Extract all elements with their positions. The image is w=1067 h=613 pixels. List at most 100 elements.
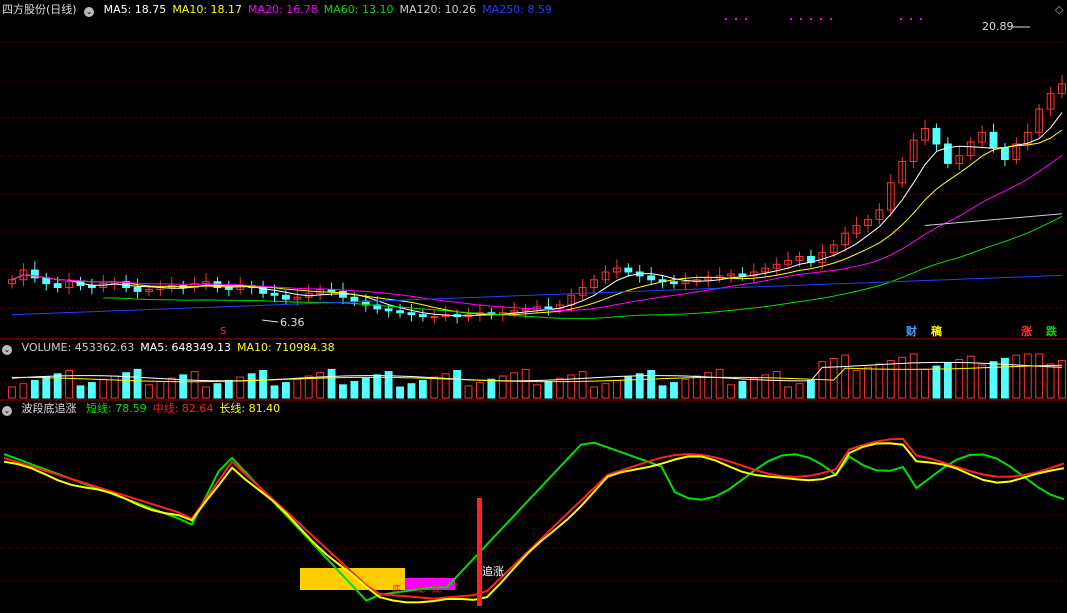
candle-body bbox=[87, 285, 96, 289]
low-arrow bbox=[261, 319, 279, 323]
volume-bar bbox=[841, 354, 850, 399]
ma60-line bbox=[103, 216, 1063, 319]
volume-bar bbox=[453, 370, 462, 399]
volume-bar bbox=[361, 377, 370, 399]
candle-body bbox=[281, 294, 290, 300]
volume-bar bbox=[567, 374, 576, 399]
event-dot bbox=[800, 18, 802, 20]
candle-body bbox=[396, 310, 404, 314]
bottom-marker-label: 底 bbox=[416, 583, 425, 595]
chase-signal-bar bbox=[477, 498, 482, 606]
volume-bar bbox=[635, 373, 644, 399]
event-dot bbox=[745, 18, 747, 20]
volume-bar bbox=[658, 385, 667, 399]
volume-bar bbox=[476, 382, 484, 399]
mid-line bbox=[3, 437, 1065, 600]
volume-bar bbox=[145, 384, 153, 399]
candle-body bbox=[932, 127, 941, 145]
event-dot bbox=[820, 18, 822, 20]
bottom-marker-label: 底 bbox=[432, 583, 441, 595]
volume-bar bbox=[76, 385, 85, 399]
candle-body bbox=[350, 296, 359, 302]
volume-bar bbox=[772, 371, 781, 399]
chase-signal-label: 追涨 bbox=[482, 564, 504, 578]
volume-bar bbox=[30, 379, 39, 399]
volume-bar bbox=[270, 385, 279, 399]
ma10-line bbox=[11, 129, 1063, 316]
volume-bar bbox=[281, 382, 290, 399]
badge-finance[interactable]: 财 bbox=[906, 325, 917, 339]
volume-bar bbox=[87, 382, 96, 399]
badge-fall[interactable]: 跌 bbox=[1046, 325, 1057, 339]
volume-bar bbox=[738, 381, 747, 399]
candle-body bbox=[647, 275, 656, 281]
candle-body bbox=[989, 131, 998, 149]
event-dot bbox=[735, 18, 737, 20]
volume-bar bbox=[852, 370, 861, 399]
volume-bar bbox=[692, 375, 701, 399]
bottom-marker-label: 底 bbox=[392, 583, 401, 595]
volume-bar bbox=[8, 386, 16, 399]
candle-body bbox=[544, 306, 553, 310]
volume-bar bbox=[955, 359, 964, 399]
volume-bar bbox=[350, 381, 359, 399]
volume-bar bbox=[99, 378, 108, 399]
volume-bar bbox=[156, 381, 165, 399]
volume-bar bbox=[65, 370, 73, 399]
volume-bar bbox=[1058, 360, 1066, 399]
candle-body bbox=[1001, 147, 1009, 161]
candle-body bbox=[53, 283, 62, 289]
candle-body bbox=[133, 287, 142, 292]
candle-body bbox=[624, 267, 633, 273]
volume-bar bbox=[430, 376, 439, 399]
candle-body bbox=[224, 287, 233, 290]
volume-bar bbox=[213, 383, 222, 399]
volume-bar bbox=[590, 386, 598, 399]
volume-bar bbox=[1023, 353, 1032, 399]
diamond-icon[interactable]: ◇ bbox=[1055, 3, 1063, 17]
short-line bbox=[3, 441, 1065, 602]
event-dot bbox=[830, 18, 832, 20]
volume-bar bbox=[670, 382, 678, 399]
volume-bar bbox=[601, 383, 610, 399]
long-line bbox=[3, 442, 1065, 604]
volume-bar bbox=[407, 383, 416, 399]
volume-bar bbox=[784, 386, 793, 399]
volume-bar bbox=[932, 365, 941, 399]
volume-bar bbox=[1046, 363, 1055, 399]
candle-body bbox=[407, 312, 416, 316]
volume-bar bbox=[441, 373, 450, 399]
volume-bar bbox=[190, 371, 199, 399]
low-price-label: 6.36 bbox=[280, 316, 305, 329]
volume-bar bbox=[293, 378, 302, 399]
volume-bar bbox=[578, 371, 587, 399]
candle-body bbox=[270, 292, 279, 296]
candle-body bbox=[670, 281, 678, 285]
event-dot bbox=[790, 18, 792, 20]
volume-bar bbox=[761, 374, 770, 399]
volume-bar bbox=[715, 368, 724, 399]
volume-bar bbox=[304, 375, 313, 399]
volume-bar bbox=[681, 378, 690, 399]
volume-bar bbox=[909, 353, 918, 399]
volume-bar bbox=[247, 373, 256, 399]
volume-bar bbox=[259, 370, 268, 399]
badge-report[interactable]: 稿 bbox=[931, 325, 942, 339]
sell-marker: S bbox=[220, 326, 226, 337]
volume-bar bbox=[886, 360, 895, 399]
volume-bar bbox=[373, 374, 382, 399]
ma120-line bbox=[924, 213, 1063, 226]
volume-bar bbox=[224, 379, 233, 399]
volume-bar bbox=[202, 386, 210, 399]
volume-bar bbox=[42, 376, 51, 399]
candle-body bbox=[738, 273, 747, 277]
volume-bar bbox=[464, 385, 473, 399]
stock-chart[interactable]: 20.896.36S追涨底底底 bbox=[0, 0, 1067, 613]
event-dot bbox=[920, 18, 922, 20]
volume-bar bbox=[418, 379, 427, 399]
badge-rise[interactable]: 涨 bbox=[1021, 325, 1032, 339]
candle-body bbox=[430, 316, 439, 319]
volume-bar bbox=[544, 381, 553, 399]
event-dot bbox=[725, 18, 727, 20]
candle-body bbox=[384, 308, 393, 312]
